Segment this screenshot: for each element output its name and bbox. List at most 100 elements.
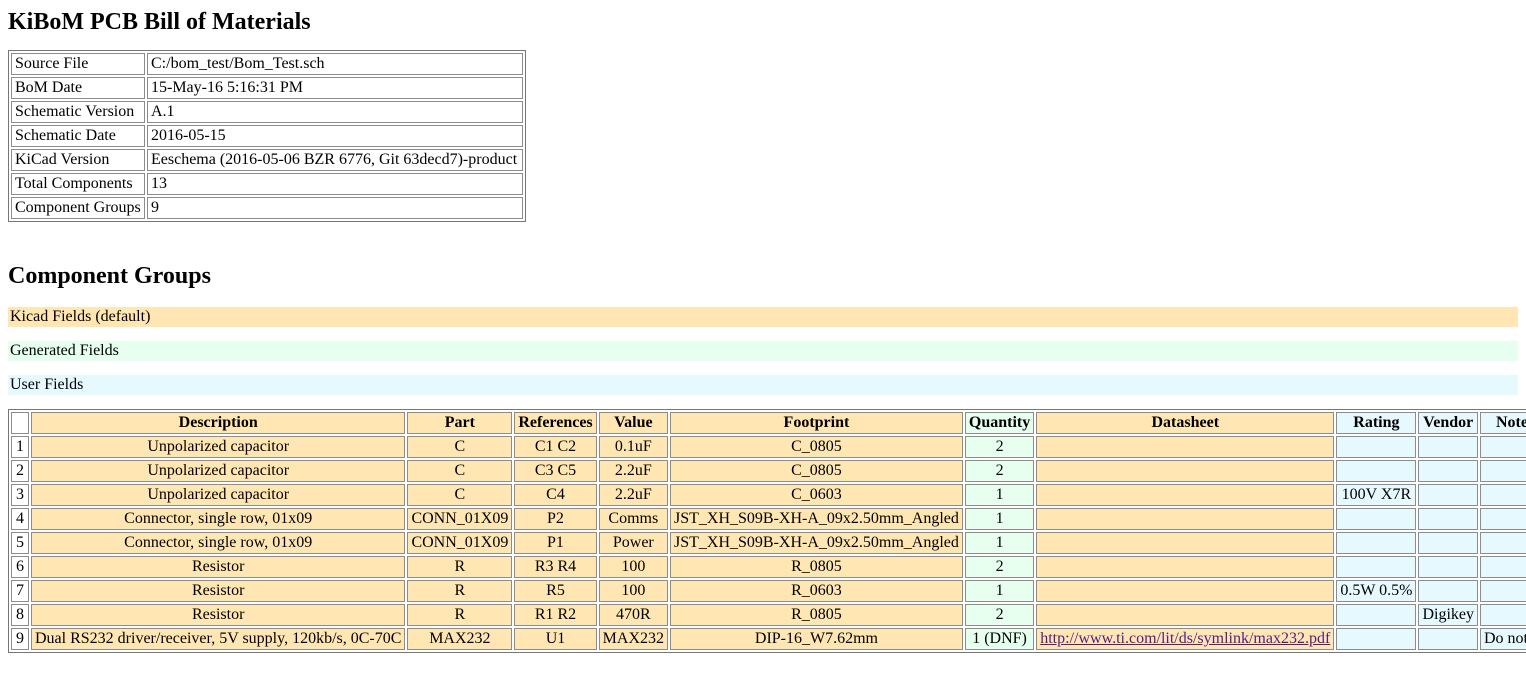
bom-cell-datasheet (1036, 604, 1334, 626)
bom-cell-footprint: C_0805 (670, 436, 963, 458)
bom-cell-footprint: C_0603 (670, 484, 963, 506)
info-row: Component Groups9 (11, 197, 523, 219)
info-value: 13 (147, 173, 523, 195)
bom-cell-datasheet (1036, 580, 1334, 602)
bom-cell-part: R (407, 580, 512, 602)
info-label: Component Groups (11, 197, 145, 219)
bom-header-value: Value (599, 412, 668, 434)
datasheet-link[interactable]: http://www.ti.com/lit/ds/symlink/max232.… (1040, 630, 1330, 647)
bom-cell-quantity: 1 (DNF) (965, 628, 1034, 650)
bom-info-table: Source FileC:/bom_test/Bom_Test.schBoM D… (8, 50, 526, 222)
info-value: 2016-05-15 (147, 125, 523, 147)
bom-cell-references: U1 (514, 628, 596, 650)
bom-cell-description: Dual RS232 driver/receiver, 5V supply, 1… (31, 628, 405, 650)
info-row: BoM Date15-May-16 5:16:31 PM (11, 77, 523, 99)
bom-cell-notes (1480, 460, 1526, 482)
info-value: 15-May-16 5:16:31 PM (147, 77, 523, 99)
bom-cell-part: MAX232 (407, 628, 512, 650)
bom-cell-footprint: DIP-16_W7.62mm (670, 628, 963, 650)
bom-cell-description: Unpolarized capacitor (31, 484, 405, 506)
bom-cell-quantity: 2 (965, 460, 1034, 482)
row-index: 3 (11, 484, 29, 506)
bom-cell-vendor (1418, 460, 1478, 482)
bom-cell-value: 0.1uF (599, 436, 668, 458)
bom-cell-quantity: 1 (965, 532, 1034, 554)
table-row: 2Unpolarized capacitorCC3 C52.2uFC_08052 (11, 460, 1526, 482)
bom-cell-references: R3 R4 (514, 556, 596, 578)
bom-cell-vendor (1418, 580, 1478, 602)
component-groups-heading: Component Groups (8, 262, 1518, 290)
field-color-legend: Kicad Fields (default)Generated FieldsUs… (8, 307, 1518, 395)
bom-cell-quantity: 1 (965, 580, 1034, 602)
bom-cell-value: Comms (599, 508, 668, 530)
bom-cell-datasheet (1036, 532, 1334, 554)
bom-cell-references: C1 C2 (514, 436, 596, 458)
bom-cell-value: 2.2uF (599, 484, 668, 506)
table-row: 5Connector, single row, 01x09CONN_01X09P… (11, 532, 1526, 554)
bom-cell-notes (1480, 604, 1526, 626)
bom-header-part: Part (407, 412, 512, 434)
table-row: 6ResistorRR3 R4100R_08052 (11, 556, 1526, 578)
bom-header-notes: Notes (1480, 412, 1526, 434)
bom-cell-notes (1480, 532, 1526, 554)
info-label: Total Components (11, 173, 145, 195)
table-row: 9Dual RS232 driver/receiver, 5V supply, … (11, 628, 1526, 650)
bom-cell-quantity: 1 (965, 508, 1034, 530)
bom-cell-references: P2 (514, 508, 596, 530)
info-value: A.1 (147, 101, 523, 123)
legend-bar-kicad-fields: Kicad Fields (default) (8, 307, 1518, 327)
info-label: Schematic Date (11, 125, 145, 147)
bom-cell-vendor (1418, 628, 1478, 650)
bom-cell-value: 470R (599, 604, 668, 626)
table-header-row: DescriptionPartReferencesValueFootprintQ… (11, 412, 1526, 434)
bom-cell-description: Resistor (31, 604, 405, 626)
info-row: Schematic Date2016-05-15 (11, 125, 523, 147)
bom-cell-notes (1480, 484, 1526, 506)
bom-cell-part: CONN_01X09 (407, 532, 512, 554)
bom-cell-value: Power (599, 532, 668, 554)
bom-cell-rating: 100V X7R (1336, 484, 1416, 506)
row-index: 7 (11, 580, 29, 602)
bom-header-row-number (11, 412, 29, 434)
bom-cell-references: C3 C5 (514, 460, 596, 482)
bom-header-footprint: Footprint (670, 412, 963, 434)
bom-cell-part: C (407, 436, 512, 458)
bom-cell-part: CONN_01X09 (407, 508, 512, 530)
row-index: 5 (11, 532, 29, 554)
bom-header-quantity: Quantity (965, 412, 1034, 434)
row-index: 9 (11, 628, 29, 650)
bom-cell-vendor: Digikey (1418, 604, 1478, 626)
bom-cell-part: C (407, 484, 512, 506)
bom-cell-rating (1336, 604, 1416, 626)
bom-cell-quantity: 1 (965, 484, 1034, 506)
bom-cell-datasheet (1036, 508, 1334, 530)
info-row: Total Components13 (11, 173, 523, 195)
bom-header-datasheet: Datasheet (1036, 412, 1334, 434)
bom-cell-datasheet (1036, 460, 1334, 482)
info-row: KiCad VersionEeschema (2016-05-06 BZR 67… (11, 149, 523, 171)
page-title: KiBoM PCB Bill of Materials (8, 8, 1518, 36)
info-value: C:/bom_test/Bom_Test.sch (147, 53, 523, 75)
bom-cell-rating (1336, 532, 1416, 554)
bom-cell-footprint: R_0805 (670, 556, 963, 578)
bom-cell-vendor (1418, 508, 1478, 530)
bom-cell-references: R5 (514, 580, 596, 602)
bom-cell-part: R (407, 556, 512, 578)
info-row: Schematic VersionA.1 (11, 101, 523, 123)
bom-cell-references: P1 (514, 532, 596, 554)
bom-cell-notes (1480, 580, 1526, 602)
bom-cell-rating (1336, 628, 1416, 650)
bom-cell-datasheet (1036, 484, 1334, 506)
bom-cell-part: R (407, 604, 512, 626)
bom-cell-description: Connector, single row, 01x09 (31, 532, 405, 554)
bom-cell-value: MAX232 (599, 628, 668, 650)
legend-bar-generated-fields: Generated Fields (8, 341, 1518, 361)
table-row: 4Connector, single row, 01x09CONN_01X09P… (11, 508, 1526, 530)
bom-cell-description: Unpolarized capacitor (31, 460, 405, 482)
bom-cell-footprint: C_0805 (670, 460, 963, 482)
bom-cell-quantity: 2 (965, 604, 1034, 626)
bom-cell-rating (1336, 436, 1416, 458)
bom-cell-vendor (1418, 556, 1478, 578)
bom-cell-footprint: R_0805 (670, 604, 963, 626)
bom-cell-references: C4 (514, 484, 596, 506)
